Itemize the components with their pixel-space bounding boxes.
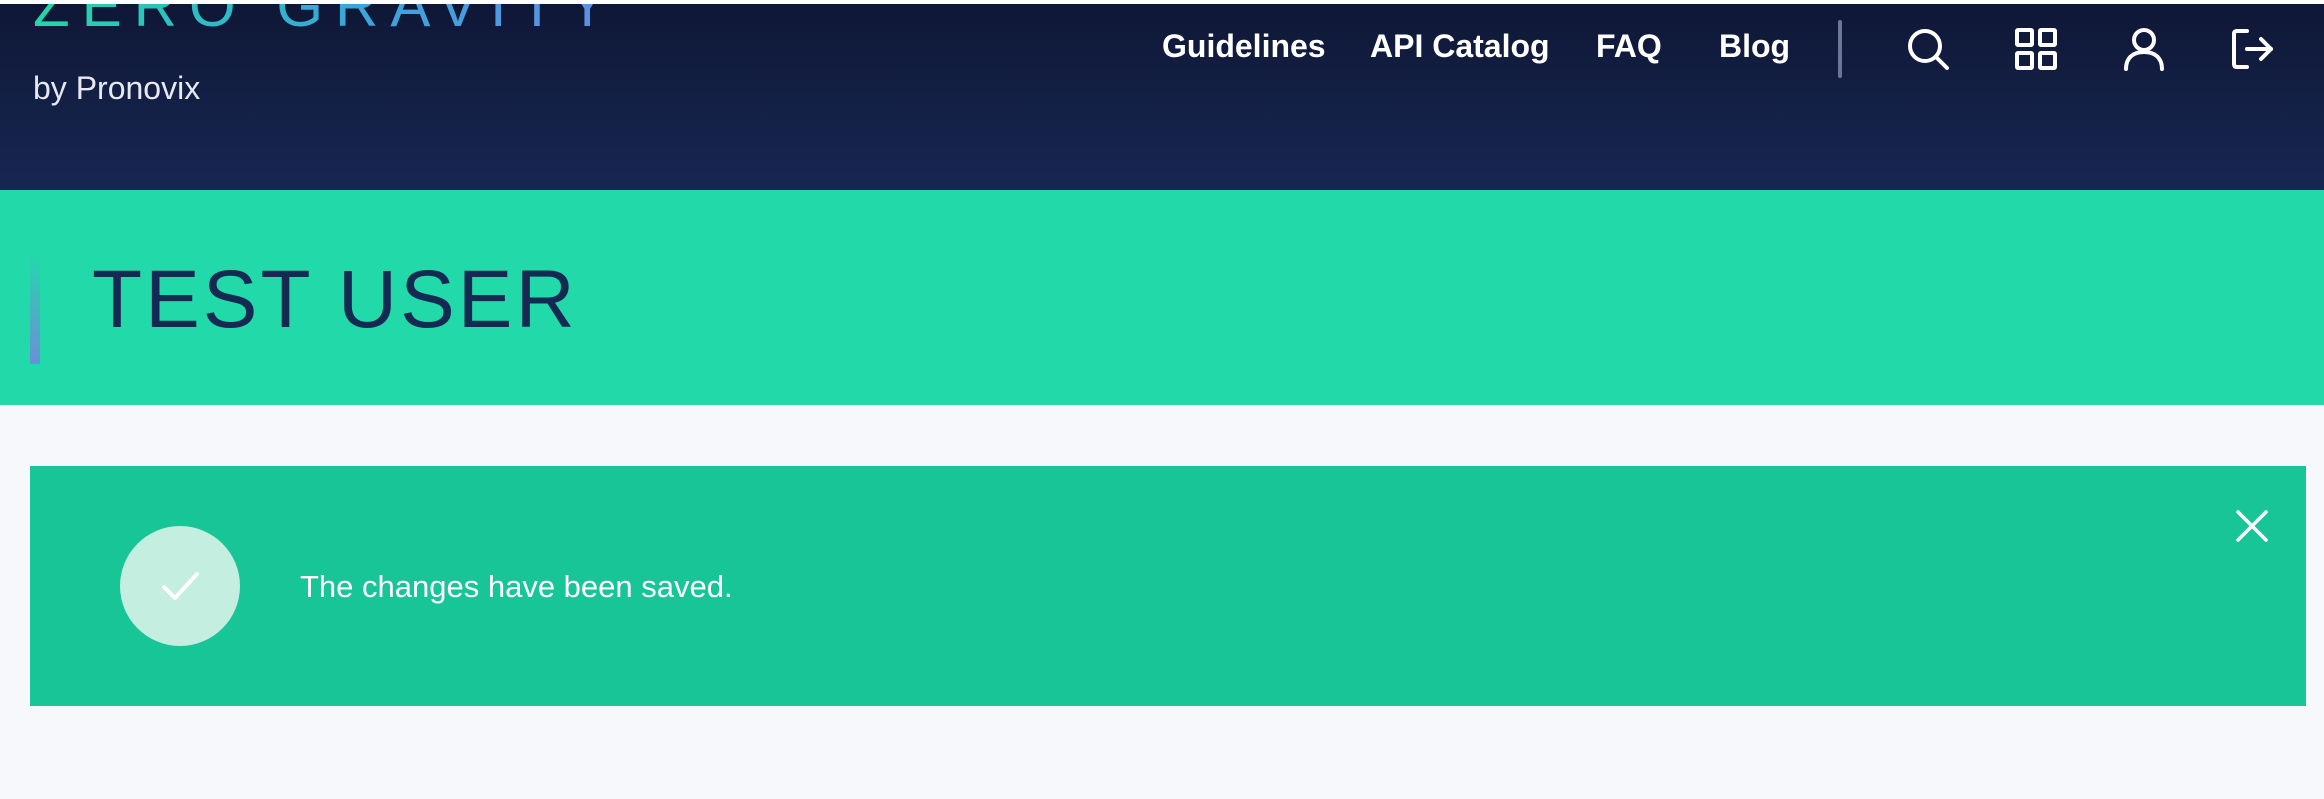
- nav-link-api-catalog[interactable]: API Catalog: [1370, 28, 1550, 65]
- logo-text: ZERO GRAVITY: [33, 4, 619, 46]
- page-title-band: TEST USER: [0, 190, 2324, 405]
- status-message: The changes have been saved.: [30, 466, 2306, 706]
- logo-byline: by Pronovix: [33, 70, 201, 106]
- checkmark-icon: [120, 526, 240, 646]
- site-header: ZERO GRAVITY by Pronovix Guidelines API …: [0, 0, 2324, 190]
- close-icon[interactable]: [2232, 506, 2272, 546]
- nav-divider: [1838, 20, 1842, 78]
- logout-icon[interactable]: [2227, 24, 2277, 74]
- status-message-text: The changes have been saved.: [300, 569, 733, 604]
- search-icon[interactable]: [1903, 24, 1953, 74]
- title-accent-bar: [30, 254, 40, 364]
- site-logo[interactable]: ZERO GRAVITY: [33, 4, 607, 46]
- nav-link-blog[interactable]: Blog: [1719, 28, 1790, 65]
- user-icon[interactable]: [2119, 24, 2169, 74]
- page-title: TEST USER: [92, 254, 578, 345]
- apps-grid-icon[interactable]: [2011, 24, 2061, 74]
- nav-link-faq[interactable]: FAQ: [1596, 28, 1662, 65]
- nav-link-guidelines[interactable]: Guidelines: [1162, 28, 1326, 65]
